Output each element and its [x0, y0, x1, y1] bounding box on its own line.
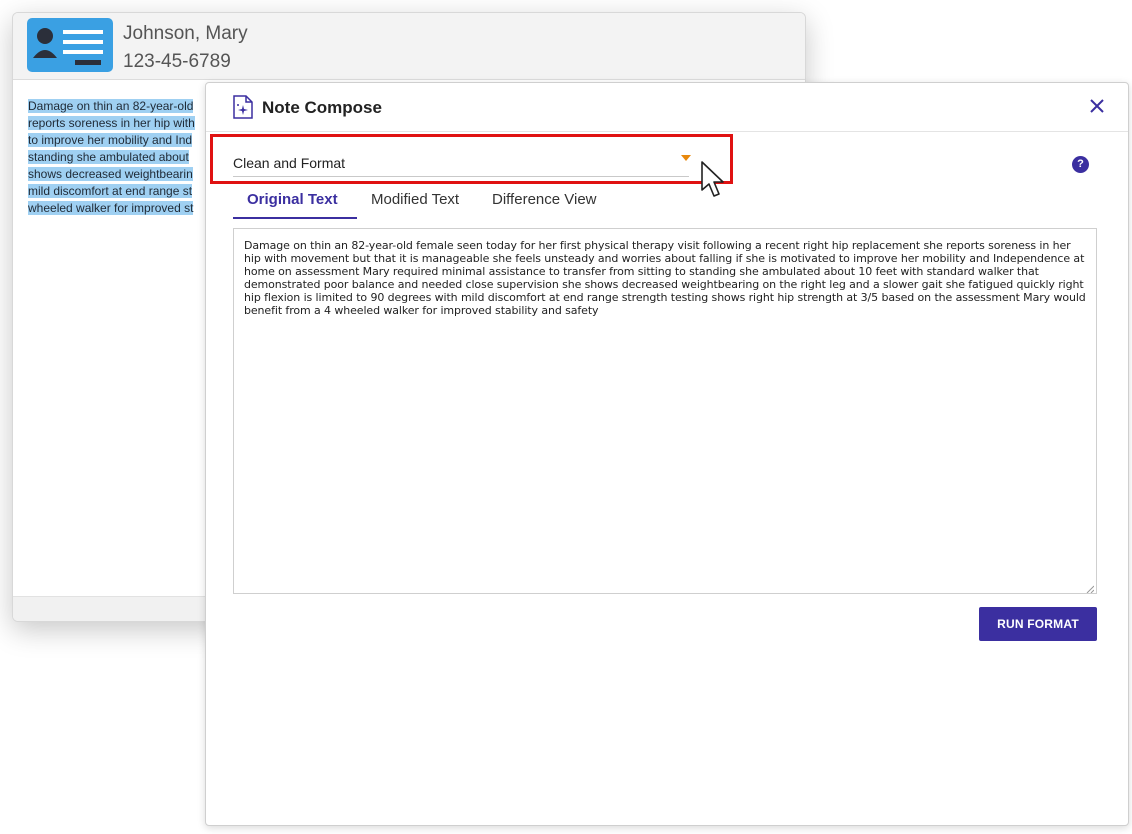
tab-modified-text[interactable]: Modified Text: [371, 191, 459, 208]
close-icon[interactable]: [1086, 95, 1108, 117]
background-note-text[interactable]: Damage on thin an 82-year-old reports so…: [28, 98, 213, 217]
active-tab-indicator: [233, 217, 357, 219]
help-icon[interactable]: ?: [1072, 156, 1089, 173]
note-line: Damage on thin an 82-year-old: [28, 99, 194, 113]
patient-name: Johnson, Mary: [123, 23, 248, 44]
note-compose-dialog: Note Compose Clean and Format ? Original…: [205, 82, 1129, 826]
run-format-button[interactable]: RUN FORMAT: [979, 607, 1097, 641]
note-line: mild discomfort at end range st: [28, 184, 193, 198]
note-line: to improve her mobility and Ind: [28, 133, 193, 147]
highlight-annotation: [210, 134, 733, 184]
dialog-header: Note Compose: [206, 83, 1128, 132]
original-text: Damage on thin an 82-year-old female see…: [244, 239, 1086, 317]
patient-card-icon: [27, 18, 113, 72]
dialog-title: Note Compose: [262, 98, 382, 117]
tab-original-text[interactable]: Original Text: [247, 191, 338, 208]
note-line: reports soreness in her hip with: [28, 116, 195, 130]
original-text-area[interactable]: Damage on thin an 82-year-old female see…: [233, 228, 1097, 594]
note-line: standing she ambulated about: [28, 150, 189, 164]
patient-header: Johnson, Mary 123-45-6789: [13, 13, 805, 80]
note-line: wheeled walker for improved st: [28, 201, 194, 215]
note-line: shows decreased weightbearin: [28, 167, 193, 181]
resize-handle-icon[interactable]: [1086, 583, 1095, 594]
mouse-pointer-icon: [700, 160, 728, 200]
patient-id: 123-45-6789: [123, 51, 231, 72]
tab-difference-view[interactable]: Difference View: [492, 191, 597, 208]
note-compose-icon: [232, 95, 254, 119]
